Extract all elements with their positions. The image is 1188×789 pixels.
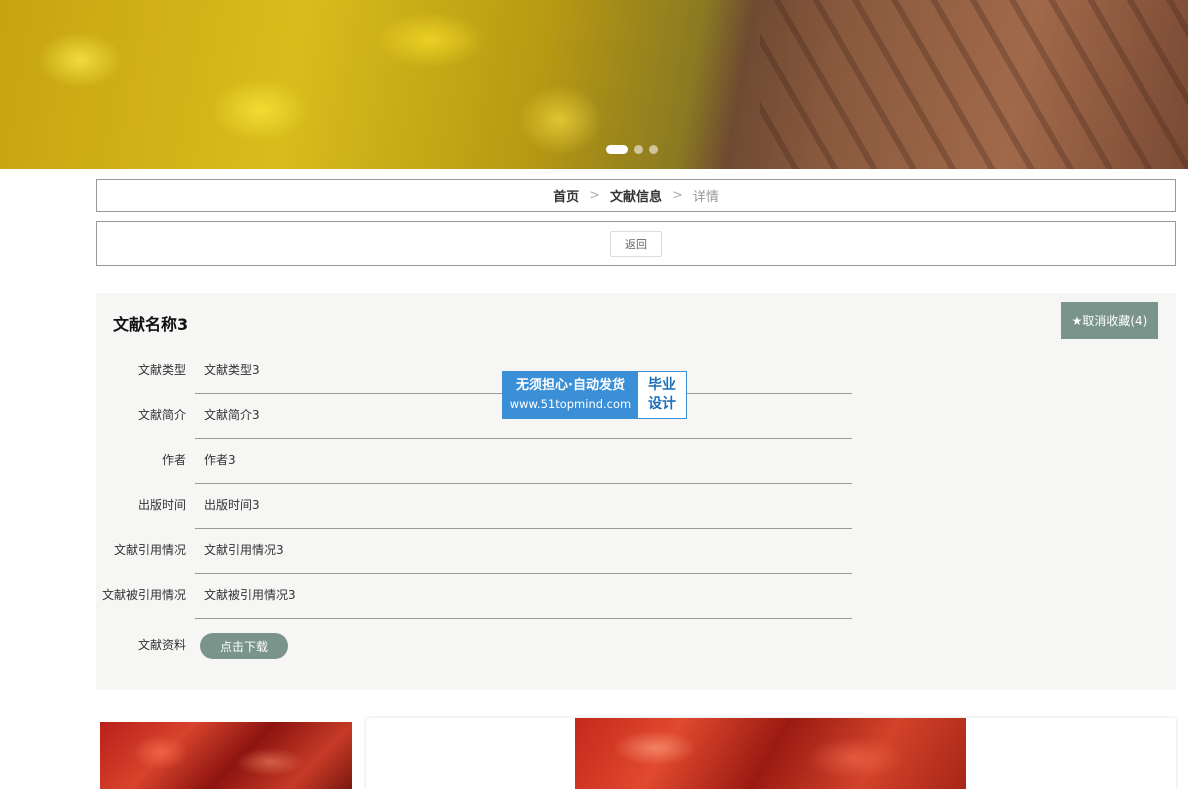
field-label: 文献被引用情况 bbox=[101, 588, 186, 602]
download-button[interactable]: 点击下载 bbox=[200, 633, 288, 659]
field-label: 文献类型 bbox=[137, 363, 186, 377]
breadcrumb-current: 详情 bbox=[692, 190, 719, 205]
unfavorite-button[interactable]: ★取消收藏(4) bbox=[1061, 302, 1158, 339]
field-value: 作者3 bbox=[204, 453, 236, 467]
breadcrumb: 首页 > 文献信息 > 详情 bbox=[96, 179, 1176, 212]
back-button[interactable]: 返回 bbox=[610, 230, 662, 257]
watermark-tag-1: 毕业 bbox=[648, 377, 676, 393]
field-label: 出版时间 bbox=[137, 498, 186, 512]
field-row-summary: 文献简介 文献简介3 bbox=[96, 394, 856, 439]
breadcrumb-separator: > bbox=[672, 188, 683, 203]
breadcrumb-separator: > bbox=[589, 188, 600, 203]
banner-carousel bbox=[0, 0, 1188, 169]
watermark-left: 无须担心·自动发货 www.51topmind.com bbox=[503, 372, 638, 418]
recommend-image-left[interactable] bbox=[100, 722, 352, 789]
carousel-dot-2[interactable] bbox=[634, 145, 643, 154]
field-row-publish-time: 出版时间 出版时间3 bbox=[96, 484, 856, 529]
field-value: 文献类型3 bbox=[204, 363, 260, 377]
field-value: 文献引用情况3 bbox=[204, 543, 284, 557]
watermark-slogan: 无须担心·自动发货 bbox=[516, 378, 625, 393]
watermark-badge: 无须担心·自动发货 www.51topmind.com 毕业 设计 bbox=[502, 371, 687, 419]
field-label: 文献简介 bbox=[137, 408, 186, 422]
watermark-url: www.51topmind.com bbox=[509, 397, 632, 411]
field-row-citations: 文献引用情况 文献引用情况3 bbox=[96, 529, 856, 574]
banner-image-detail bbox=[760, 0, 1188, 169]
breadcrumb-home[interactable]: 首页 bbox=[553, 186, 579, 205]
detail-panel: 文献名称3 ★取消收藏(4) 文献类型 文献类型3 文献简介 文献简介3 作者 … bbox=[96, 293, 1176, 690]
field-row-cited-by: 文献被引用情况 文献被引用情况3 bbox=[96, 574, 856, 619]
carousel-indicators bbox=[606, 145, 658, 154]
field-label: 文献资料 bbox=[137, 638, 186, 652]
field-value: 出版时间3 bbox=[204, 498, 260, 512]
recommend-card[interactable] bbox=[366, 718, 1176, 789]
document-title: 文献名称3 bbox=[113, 315, 189, 334]
watermark-tag-2: 设计 bbox=[648, 396, 676, 412]
field-row-attachment: 文献资料 点击下载 bbox=[96, 626, 856, 671]
back-bar: 返回 bbox=[96, 221, 1176, 266]
watermark-right: 毕业 设计 bbox=[638, 372, 686, 418]
field-row-type: 文献类型 文献类型3 bbox=[96, 349, 856, 394]
field-value: 文献被引用情况3 bbox=[204, 588, 296, 602]
field-row-author: 作者 作者3 bbox=[96, 439, 856, 484]
recommend-card-image bbox=[575, 718, 966, 789]
field-label: 文献引用情况 bbox=[113, 543, 186, 557]
field-value: 文献简介3 bbox=[204, 408, 260, 422]
carousel-dot-3[interactable] bbox=[649, 145, 658, 154]
breadcrumb-section[interactable]: 文献信息 bbox=[610, 186, 662, 205]
carousel-dot-1[interactable] bbox=[606, 145, 628, 154]
field-label: 作者 bbox=[161, 453, 186, 467]
field-divider bbox=[195, 618, 852, 619]
